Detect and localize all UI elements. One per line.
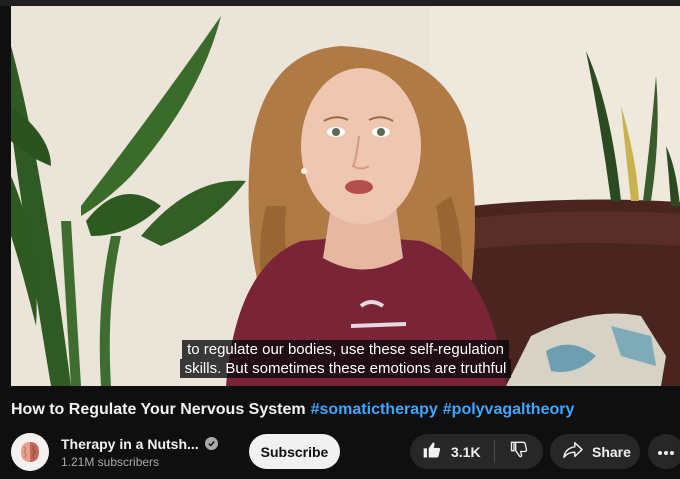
closed-captions: to regulate our bodies, use these self-r… [11,340,680,378]
video-title: How to Regulate Your Nervous System #soma… [11,401,574,419]
like-button[interactable]: 3.1K [410,434,494,469]
hashtag-somatictherapy[interactable]: #somatictherapy [311,401,438,418]
hashtag-polyvagaltheory[interactable]: #polyvagaltheory [443,401,575,418]
thumbs-up-icon [422,440,442,463]
video-player[interactable]: to regulate our bodies, use these self-r… [11,6,680,386]
share-arrow-icon [562,440,584,463]
channel-owner: Therapy in a Nutsh... 1.21M subscribers [11,432,218,472]
share-button[interactable]: Share [550,434,640,469]
subscriber-count: 1.21M subscribers [61,454,160,469]
channel-name[interactable]: Therapy in a Nutsh... [61,436,199,452]
dislike-button[interactable] [495,434,543,469]
thumbs-down-icon [509,439,529,464]
share-label: Share [592,443,631,460]
brain-avatar-icon[interactable] [11,433,49,471]
video-frame [11,6,680,386]
more-actions-button[interactable] [648,434,680,469]
video-title-text: How to Regulate Your Nervous System [11,401,306,418]
caption-line-1: to regulate our bodies, use these self-r… [182,340,509,359]
like-dislike-segment: 3.1K [410,434,543,469]
subscribe-button[interactable]: Subscribe [249,434,340,469]
like-count: 3.1K [451,443,481,460]
more-horizontal-icon [657,443,675,461]
verified-check-icon [204,437,218,450]
caption-line-2: skills. But sometimes these emotions are… [179,359,512,378]
